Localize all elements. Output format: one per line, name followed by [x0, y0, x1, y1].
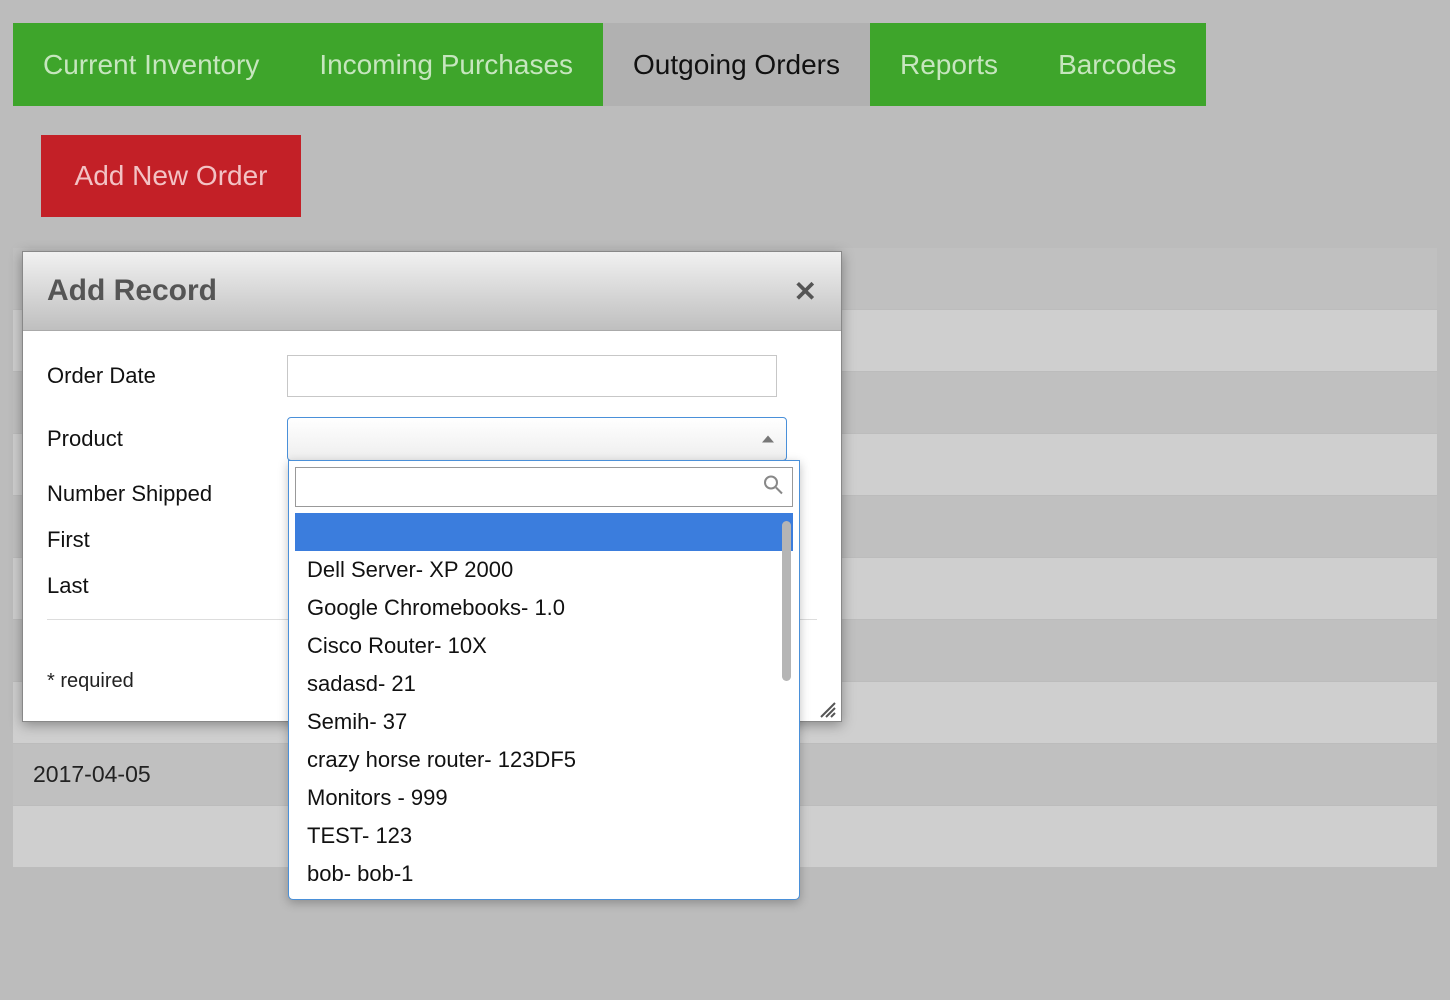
- tab-current-inventory[interactable]: Current Inventory: [13, 23, 289, 106]
- search-icon: [763, 475, 783, 500]
- tab-reports[interactable]: Reports: [870, 23, 1028, 106]
- order-date-label: Order Date: [47, 363, 287, 389]
- add-new-order-button[interactable]: Add New Order: [41, 135, 301, 217]
- form-row-order-date: Order Date: [47, 355, 817, 397]
- product-label: Product: [47, 426, 287, 452]
- last-label: Last: [47, 573, 287, 599]
- first-label: First: [47, 527, 287, 553]
- top-gap: [0, 0, 1450, 23]
- dropdown-option[interactable]: Monitors - 999: [295, 779, 793, 817]
- product-field-wrap: [287, 417, 817, 461]
- dropdown-option[interactable]: Google Chromebooks- 1.0: [295, 589, 793, 627]
- dropdown-option[interactable]: crazy horse router- 123DF5: [295, 741, 793, 779]
- dropdown-list: Dell Server- XP 2000 Google Chromebooks-…: [295, 513, 793, 893]
- dropdown-search-input[interactable]: [295, 467, 793, 507]
- product-select[interactable]: [287, 417, 787, 461]
- order-date-field-wrap: [287, 355, 817, 397]
- resize-handle-icon[interactable]: [819, 701, 837, 719]
- tab-bar: Current Inventory Incoming Purchases Out…: [0, 23, 1450, 106]
- dropdown-scrollbar[interactable]: [782, 521, 791, 681]
- tab-outgoing-orders[interactable]: Outgoing Orders: [603, 23, 870, 106]
- dialog-title: Add Record: [47, 274, 217, 308]
- dropdown-option-blank[interactable]: [295, 513, 793, 551]
- dropdown-option[interactable]: bob- bob-1: [295, 855, 793, 893]
- tab-barcodes[interactable]: Barcodes: [1028, 23, 1206, 106]
- dropdown-option[interactable]: TEST- 123: [295, 817, 793, 855]
- chevron-up-icon: [762, 436, 774, 443]
- tab-gap: [0, 23, 13, 106]
- product-dropdown-panel: Dell Server- XP 2000 Google Chromebooks-…: [288, 460, 800, 900]
- dropdown-option[interactable]: Dell Server- XP 2000: [295, 551, 793, 589]
- dropdown-option[interactable]: Semih- 37: [295, 703, 793, 741]
- dropdown-option[interactable]: Cisco Router- 10X: [295, 627, 793, 665]
- form-row-product: Product: [47, 417, 817, 461]
- dropdown-search-wrap: [295, 467, 793, 507]
- order-date-input[interactable]: [287, 355, 777, 397]
- close-icon[interactable]: ✕: [794, 275, 817, 308]
- tab-incoming-purchases[interactable]: Incoming Purchases: [289, 23, 603, 106]
- number-shipped-label: Number Shipped: [47, 481, 287, 507]
- dropdown-option[interactable]: sadasd- 21: [295, 665, 793, 703]
- dialog-header: Add Record ✕: [23, 252, 841, 331]
